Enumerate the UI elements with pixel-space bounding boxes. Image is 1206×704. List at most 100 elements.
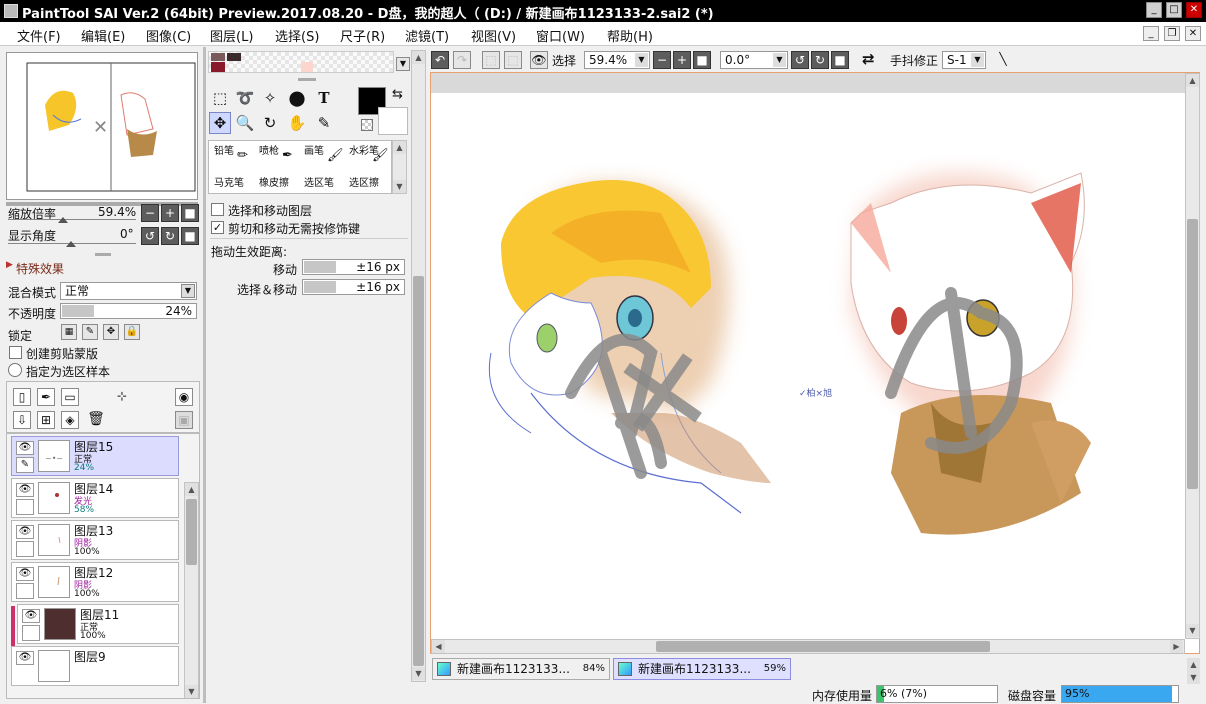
zoom-tool-icon[interactable]: 🔍 [234,112,256,134]
zoom-reset-button[interactable]: ■ [181,204,199,222]
menu-view[interactable]: 视图(V) [471,26,516,45]
brush-select-eraser[interactable]: 选区擦 [346,174,390,194]
menu-layer[interactable]: 图层(L) [210,26,253,45]
layer-pen-icon[interactable]: ✎ [16,457,34,473]
canvas-angle-select[interactable]: 0.0° ▼ [720,51,788,69]
color-panel-splitter[interactable] [298,78,316,81]
scroll-down-arrow-icon[interactable]: ▼ [412,667,425,680]
doc-tab-1[interactable]: 新建画布1123133... 84% [432,658,610,680]
rotate-reset-button[interactable]: ■ [181,227,199,245]
canvas-rotate-right-button[interactable]: ↻ [811,51,829,69]
doc-minimize-icon[interactable]: _ [1143,26,1159,41]
merge-down-icon[interactable]: ⇩ [13,411,31,429]
close-button[interactable]: ✕ [1186,2,1202,18]
tabs-scroll-up-icon[interactable]: ▲ [1187,658,1200,671]
swatch-3[interactable] [211,62,225,72]
layer-visibility-eye-icon[interactable]: 👁 [16,567,34,581]
rotate-tool-icon[interactable]: ↻ [259,112,281,134]
undo-icon[interactable]: ↶ [431,51,449,69]
layer-row-11[interactable]: 👁 图层11 正常 100% [17,604,179,644]
layer-list-scroll-thumb[interactable] [186,499,197,565]
clipping-mask-checkbox[interactable] [9,346,22,359]
menu-window[interactable]: 窗口(W) [536,26,585,45]
stabilizer-select[interactable]: S-1 ▼ [942,51,986,69]
menu-ruler[interactable]: 尺子(R) [340,26,385,45]
layer-row-12[interactable]: 👁 图层12 阴影 100% [11,562,179,602]
zoom-slider[interactable] [8,219,136,220]
layer-visibility-eye-icon[interactable]: 👁 [22,609,40,623]
layer-row-15[interactable]: 👁 ✎ ~•~ 图层15 正常 24% [11,436,179,476]
swatch-1[interactable] [211,53,225,61]
layer-row-13[interactable]: 👁 图层13 阴影 100% [11,520,179,560]
secondary-color[interactable] [378,107,408,135]
layer-visibility-eye-icon[interactable]: 👁 [16,441,34,455]
layer-lock-slot[interactable] [16,583,34,599]
trash-icon[interactable]: 🗑 [87,411,105,429]
lock-paint-icon[interactable]: ✎ [82,324,98,340]
scroll-up-arrow-icon[interactable]: ▲ [393,141,406,154]
scroll-up-arrow-icon[interactable]: ▲ [412,51,425,64]
minimize-button[interactable]: _ [1146,2,1162,18]
transfer-down-icon[interactable]: ⊞ [37,411,55,429]
layer-list-scrollbar[interactable]: ▲ ▼ [184,482,199,698]
brush-brush[interactable]: 画笔 🖌 [301,142,345,163]
layer-visibility-eye-icon[interactable]: 👁 [16,525,34,539]
rect-select-icon[interactable]: ⬚ [209,87,231,109]
canvas-rotate-left-button[interactable]: ↺ [791,51,809,69]
tool-panel-scrollbar[interactable]: ▲ ▼ [411,50,426,682]
hand-tool-icon[interactable]: ✋ [286,112,308,134]
move-tool-icon[interactable]: ✥ [209,112,231,134]
scroll-down-arrow-icon[interactable]: ▼ [1186,624,1199,637]
swatch-2[interactable] [227,53,241,61]
scroll-right-arrow-icon[interactable]: ▶ [1170,640,1183,653]
doc-restore-icon[interactable]: ❐ [1164,26,1180,41]
layer-mask-icon[interactable]: ◉ [175,388,193,406]
canvas-zoom-reset-button[interactable]: ■ [693,51,711,69]
angle-slider-handle[interactable] [66,241,76,247]
canvas-h-scroll-thumb[interactable] [656,641,990,652]
lock-move-icon[interactable]: ✥ [103,324,119,340]
doc-tab-2[interactable]: 新建画布1123133... 59% [613,658,791,680]
effects-header[interactable]: ▶ 特殊效果 [4,259,200,277]
zoom-out-button[interactable]: − [141,204,159,222]
lock-transparency-icon[interactable]: ▦ [61,324,77,340]
select-move-layer-checkbox[interactable] [211,203,224,216]
new-layer-icon[interactable]: ▯ [13,388,31,406]
text-tool-icon[interactable]: T [313,87,335,109]
lock-all-icon[interactable]: 🔒 [124,324,140,340]
rotate-left-button[interactable]: ↺ [141,227,159,245]
selection-visibility-eye-icon[interactable]: 👁 [530,51,548,69]
layer-visibility-eye-icon[interactable]: 👁 [16,651,34,665]
zoom-in-button[interactable]: + [161,204,179,222]
lasso-icon[interactable]: ➰ [234,87,256,109]
selection-source-radio[interactable] [8,363,22,377]
scroll-left-arrow-icon[interactable]: ◀ [432,640,445,653]
new-pen-layer-icon[interactable]: ✒ [37,388,55,406]
canvas-rotate-reset-button[interactable]: ■ [831,51,849,69]
menu-filter[interactable]: 滤镜(T) [405,26,449,45]
menu-help[interactable]: 帮助(H) [607,26,653,45]
clear-layer-icon[interactable]: ◈ [61,411,79,429]
layer-row-9[interactable]: 👁 图层9 [11,646,179,686]
layer-lock-slot[interactable] [16,499,34,515]
menu-select[interactable]: 选择(S) [275,26,319,45]
canvas-zoom-select[interactable]: 59.4% ▼ [584,51,650,69]
move-distance-slider[interactable]: ±16 px [302,259,405,275]
scroll-up-arrow-icon[interactable]: ▲ [1186,74,1199,87]
swatch-4[interactable] [301,62,313,72]
scroll-down-arrow-icon[interactable]: ▼ [185,685,198,698]
scroll-up-arrow-icon[interactable]: ▲ [185,483,198,496]
layer-row-14[interactable]: 👁 图层14 发光 58% [11,478,179,518]
brush-scrollbar[interactable]: ▲ ▼ [392,140,407,194]
layer-lock-slot[interactable] [16,541,34,557]
brush-airbrush[interactable]: 喷枪 ✒ [256,142,300,163]
canvas-horizontal-scrollbar[interactable]: ◀ ▶ [431,639,1185,654]
shape-icon[interactable]: ⬤ [286,87,308,109]
opacity-slider[interactable]: 24% [60,303,197,319]
magic-wand-icon[interactable]: ✧ [259,87,281,109]
canvas-zoom-in-button[interactable]: + [673,51,691,69]
blend-mode-select[interactable]: 正常 ▼ [60,282,197,300]
color-swatch-strip[interactable] [208,51,394,73]
ruler-layer-icon[interactable]: ⊹ [113,388,131,406]
menu-image[interactable]: 图像(C) [146,26,191,45]
